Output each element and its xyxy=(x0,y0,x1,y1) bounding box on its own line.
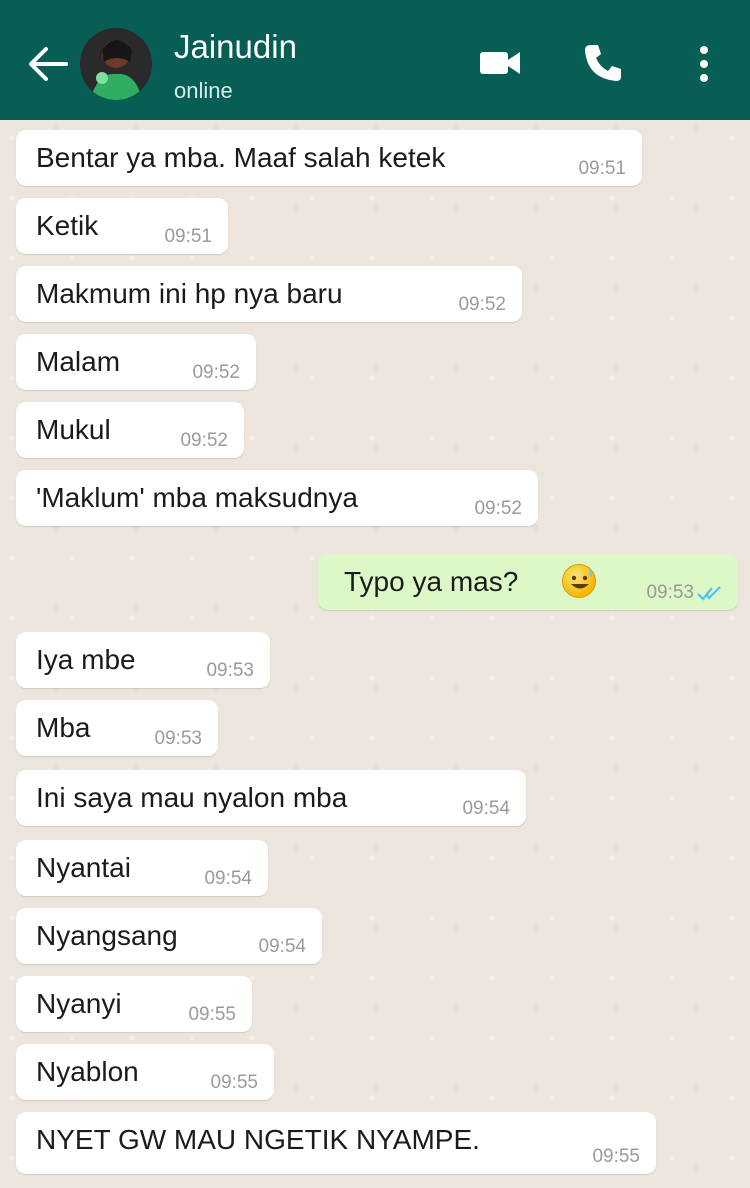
message-time: 09:54 xyxy=(258,936,306,957)
grinning-sweat-emoji xyxy=(562,564,596,598)
message-time: 09:51 xyxy=(164,226,212,247)
message-bubble-outgoing[interactable]: Typo ya mas? 09:53 xyxy=(318,554,738,610)
double-check-read-icon xyxy=(697,586,721,601)
back-arrow-icon[interactable] xyxy=(26,44,70,84)
message-bubble-incoming[interactable]: Ketik 09:51 xyxy=(16,198,228,254)
message-text: 'Maklum' mba maksudnya xyxy=(36,482,358,513)
message-bubble-incoming[interactable]: Nyanyi 09:55 xyxy=(16,976,252,1032)
message-bubble-incoming[interactable]: Iya mbe 09:53 xyxy=(16,632,270,688)
message-time: 09:53 xyxy=(646,582,694,603)
chat-header: Jainudin online xyxy=(0,0,750,120)
message-text: Nyablon xyxy=(36,1056,139,1087)
message-text: Makmum ini hp nya baru xyxy=(36,278,343,309)
message-text: Mba xyxy=(36,712,91,743)
message-text: Nyantai xyxy=(36,852,131,883)
message-time: 09:52 xyxy=(474,498,522,519)
message-text: Mukul xyxy=(36,414,111,445)
message-time: 09:54 xyxy=(204,868,252,889)
contact-name[interactable]: Jainudin xyxy=(174,28,297,66)
message-bubble-incoming[interactable]: Mba 09:53 xyxy=(16,700,218,756)
message-time: 09:52 xyxy=(180,430,228,451)
message-text: Iya mbe xyxy=(36,644,136,675)
message-time: 09:55 xyxy=(188,1004,236,1025)
avatar[interactable] xyxy=(80,28,152,100)
avatar-image xyxy=(80,28,152,100)
more-vert-icon[interactable] xyxy=(696,44,712,84)
message-bubble-incoming[interactable]: NYET GW MAU NGETIK NYAMPE. 09:55 xyxy=(16,1112,656,1174)
message-time: 09:52 xyxy=(458,294,506,315)
message-text: Bentar ya mba. Maaf salah ketek xyxy=(36,142,446,173)
message-time: 09:55 xyxy=(210,1072,258,1093)
message-bubble-incoming[interactable]: Nyangsang 09:54 xyxy=(16,908,322,964)
message-time: 09:55 xyxy=(592,1146,640,1167)
message-bubble-incoming[interactable]: 'Maklum' mba maksudnya 09:52 xyxy=(16,470,538,526)
message-text: Ketik xyxy=(36,210,99,241)
message-bubble-incoming[interactable]: Makmum ini hp nya baru 09:52 xyxy=(16,266,522,322)
message-text: Malam xyxy=(36,346,121,377)
message-text: Nyanyi xyxy=(36,988,122,1019)
message-time: 09:53 xyxy=(206,660,254,681)
message-bubble-incoming[interactable]: Nyantai 09:54 xyxy=(16,840,268,896)
message-time: 09:52 xyxy=(192,362,240,383)
message-time: 09:53 xyxy=(154,728,202,749)
message-text: NYET GW MAU NGETIK NYAMPE. xyxy=(36,1124,480,1155)
message-bubble-incoming[interactable]: Mukul 09:52 xyxy=(16,402,244,458)
message-bubble-incoming[interactable]: Ini saya mau nyalon mba 09:54 xyxy=(16,770,526,826)
message-text: Typo ya mas? xyxy=(344,566,519,597)
message-bubble-incoming[interactable]: Malam 09:52 xyxy=(16,334,256,390)
message-time: 09:51 xyxy=(578,158,626,179)
message-bubble-incoming[interactable]: Nyablon 09:55 xyxy=(16,1044,274,1100)
message-text: Nyangsang xyxy=(36,920,178,951)
message-time: 09:54 xyxy=(462,798,510,819)
contact-status: online xyxy=(174,78,233,103)
message-bubble-incoming[interactable]: Bentar ya mba. Maaf salah ketek 09:51 xyxy=(16,130,642,186)
phone-icon[interactable] xyxy=(582,42,624,84)
video-call-icon[interactable] xyxy=(478,48,522,78)
message-text: Ini saya mau nyalon mba xyxy=(36,782,348,813)
